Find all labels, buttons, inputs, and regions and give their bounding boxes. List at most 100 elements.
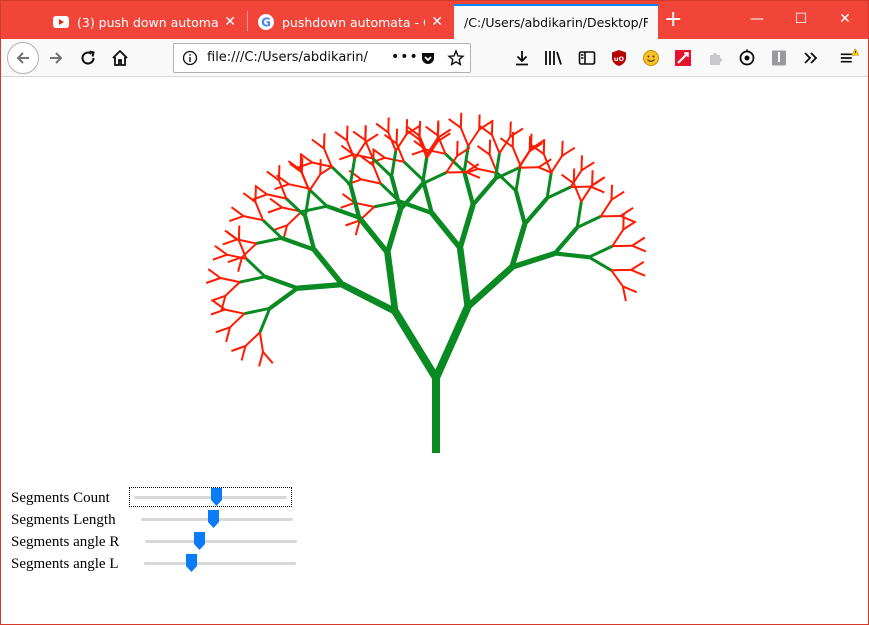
tab-strip: (3) push down automata - Y ✕ G pushdown … [1, 1, 868, 39]
url-text: file:///C:/Users/abdikarin/ [207, 50, 368, 65]
tree-leaf-segment [619, 206, 634, 217]
home-icon [112, 49, 128, 66]
tree-leaf-segment [212, 253, 228, 261]
tree-branch-segment [312, 247, 345, 287]
segments-angle-r-slider[interactable] [141, 532, 301, 550]
tree-branch-segment [357, 216, 390, 255]
tree-branch-segment [297, 281, 343, 291]
ublock-icon[interactable]: uO [609, 48, 629, 68]
tree-branch-segment [457, 204, 476, 249]
tree-branch-segment [384, 252, 399, 312]
tree-branch-segment [553, 226, 579, 255]
tree-leaf-segment [630, 268, 646, 277]
tree-leaf-segment [334, 130, 348, 142]
tab-active[interactable]: /C:/Users/abdikarin/Desktop/Fr [454, 4, 658, 39]
download-icon[interactable] [512, 48, 532, 68]
forward-button[interactable] [42, 44, 70, 72]
tree-leaf-segment [509, 121, 512, 137]
tree-branch-segment [255, 236, 283, 245]
tree-leaf-segment [243, 215, 264, 222]
tree-branch-segment [390, 150, 398, 177]
tree-leaf-segment [323, 133, 326, 149]
tree-branch-segment [554, 251, 590, 260]
back-button[interactable] [7, 42, 39, 74]
tree-branch-segment [245, 257, 267, 278]
tree-branch-segment [285, 197, 307, 218]
tree-leaf-segment [448, 118, 462, 129]
new-tab-button[interactable]: + [664, 9, 682, 31]
tree-leaf-segment [277, 165, 281, 181]
tree-leaf-segment [610, 184, 613, 200]
tree-leaf-segment [267, 206, 283, 214]
tab-title: pushdown automata - Goo [282, 14, 425, 30]
tab-title: (3) push down automata - Y [77, 14, 219, 30]
puzzle-icon[interactable] [705, 48, 725, 68]
tree-leaf-segment [338, 153, 354, 161]
segments-count-slider[interactable] [129, 487, 292, 507]
screenshot-icon[interactable] [673, 48, 693, 68]
tree-branch-segment [422, 171, 447, 185]
slider-thumb[interactable] [211, 488, 222, 506]
page-actions-button[interactable]: ••• [391, 49, 419, 65]
pocket-icon[interactable] [420, 50, 436, 70]
tree-branch-segment [373, 200, 400, 209]
tree-leaf-segment [490, 134, 501, 154]
sync-icon[interactable] [737, 48, 757, 68]
tree-branch-segment [258, 307, 272, 333]
tree-branch-segment [330, 165, 352, 186]
tree-branch-segment [456, 247, 472, 308]
library-icon[interactable] [544, 48, 564, 68]
tree-leaf-segment [230, 206, 245, 217]
tree-leaf-segment [226, 230, 240, 242]
tree-leaf-segment [229, 312, 245, 329]
info-icon[interactable] [182, 50, 198, 70]
segments-count-label: Segments Count [11, 490, 110, 506]
tree-leaf-segment [340, 201, 356, 209]
tree-leaf-segment [262, 351, 274, 364]
tree-branch-segment [545, 172, 553, 199]
home-button[interactable] [106, 44, 134, 72]
slider-thumb[interactable] [208, 510, 219, 528]
emoji-icon[interactable] [641, 48, 661, 68]
tab-title: /C:/Users/abdikarin/Desktop/Fr [464, 15, 648, 30]
reload-button[interactable] [74, 44, 102, 72]
maximize-button[interactable]: ☐ [779, 9, 823, 29]
overflow-chevrons-icon[interactable] [801, 48, 821, 68]
navigation-toolbar: file:///C:/Users/abdikarin/ ••• uO [1, 39, 868, 77]
tree-branch-segment [264, 274, 299, 291]
reader-icon[interactable] [769, 48, 789, 68]
tree-leaf-segment [591, 170, 594, 186]
tree-leaf-segment [622, 220, 637, 231]
bookmark-star-icon[interactable] [447, 49, 465, 71]
tree-leaf-segment [372, 164, 382, 184]
tab-youtube[interactable]: (3) push down automata - Y ✕ [43, 5, 246, 39]
forward-arrow-icon [50, 52, 63, 64]
tree-leaf-segment [222, 238, 238, 246]
slider-thumb[interactable] [194, 532, 205, 550]
menu-hamburger-icon[interactable] [839, 48, 859, 68]
tree-leaf-segment [436, 126, 440, 142]
tree-branch-segment [307, 187, 328, 208]
tree-branch-segment [243, 306, 271, 316]
tree-leaf-segment [254, 201, 264, 221]
segments-length-slider[interactable] [137, 510, 297, 528]
tree-leaf-segment [258, 332, 264, 353]
address-bar[interactable]: file:///C:/Users/abdikarin/ ••• [173, 43, 471, 73]
tree-leaf-segment [323, 148, 333, 168]
tab-google[interactable]: G pushdown automata - Goo ✕ [248, 5, 453, 39]
slider-thumb[interactable] [186, 554, 197, 572]
tree-leaf-segment [395, 128, 399, 144]
tree-leaf-segment [405, 119, 409, 135]
tree-leaf-segment [459, 127, 470, 147]
sidebar-icon[interactable] [577, 48, 597, 68]
tree-leaf-segment [229, 215, 244, 223]
tree-leaf-segment [266, 193, 287, 200]
segments-angle-l-slider[interactable] [140, 554, 300, 572]
minimize-button[interactable]: — [735, 9, 779, 29]
tree-leaf-segment [610, 190, 625, 201]
close-window-button[interactable]: ✕ [823, 9, 867, 29]
tab-close-icon[interactable]: ✕ [431, 14, 443, 30]
tab-close-icon[interactable]: ✕ [224, 14, 236, 30]
tree-leaf-segment [425, 125, 439, 137]
tree-branch-segment [588, 244, 614, 259]
